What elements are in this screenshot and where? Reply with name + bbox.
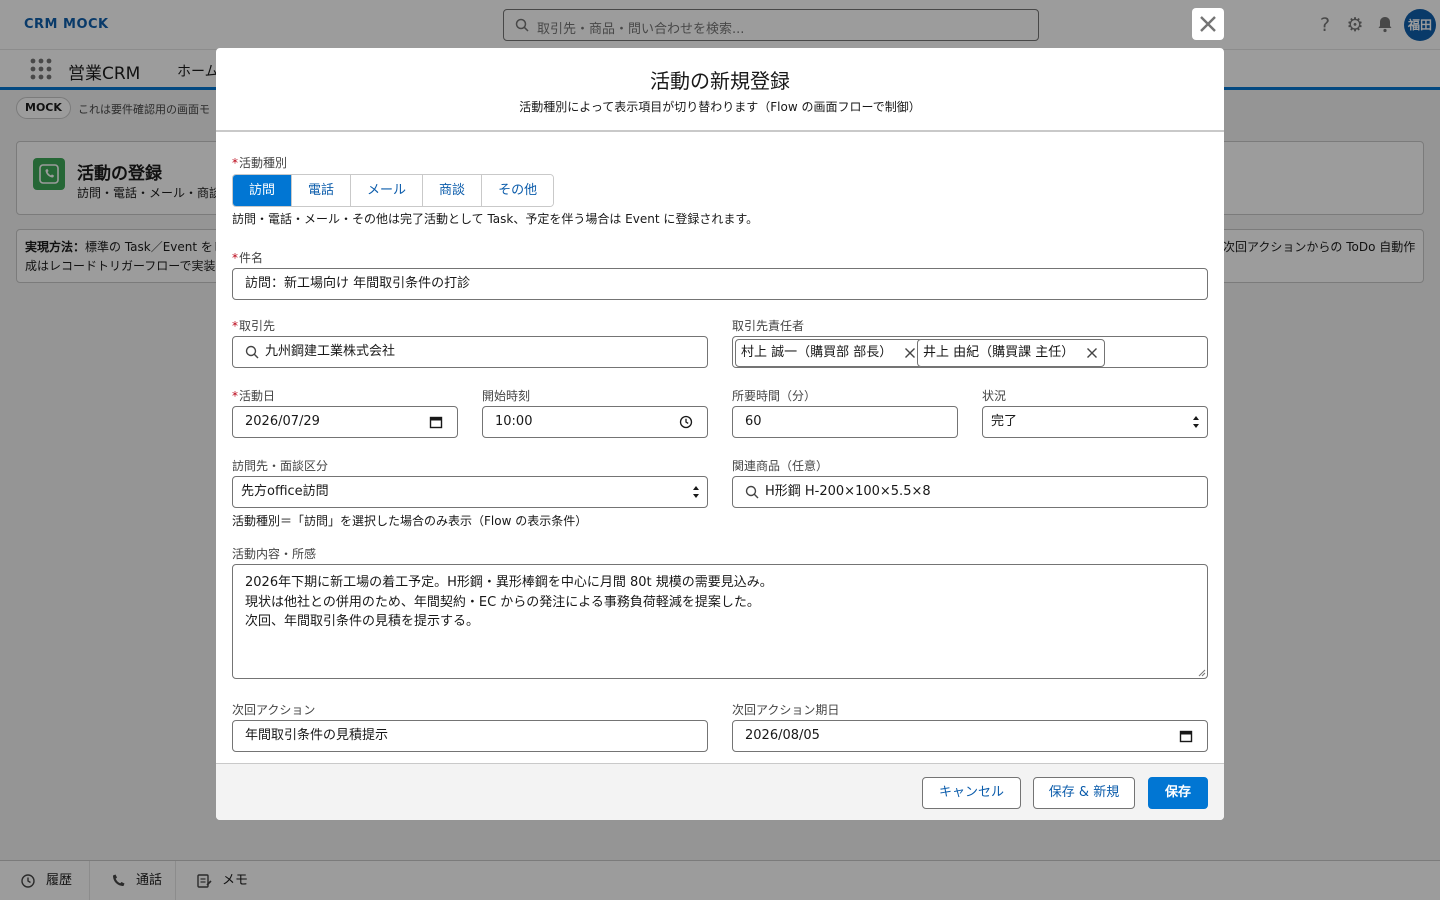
select-arrows-icon [1193,416,1199,428]
visit-type-label: 訪問先・面談区分 [232,459,329,473]
activity-type-other[interactable]: その他 [482,175,554,206]
modal-header: 活動の新規登録 活動種別によって表示項目が切り替わります（Flow の画面フロー… [216,48,1224,132]
notes-line: 次回、年間取引条件の見積を提示する。 [245,614,480,629]
calendar-icon[interactable] [1179,729,1193,743]
activity-date-input[interactable]: 2026/07/29 [232,406,458,438]
notes-textarea[interactable]: 2026年下期に新工場の着工予定。H形鋼・異形棒鋼を中心に月間 80t 規模の需… [232,564,1208,679]
account-label: *取引先 [232,319,276,333]
product-label: 関連商品（任意） [732,459,829,473]
duration-input[interactable]: 60 [732,406,958,438]
notes-line: 2026年下期に新工場の着工予定。H形鋼・異形棒鋼を中心に月間 80t 規模の需… [245,575,773,590]
next-action-date-value: 2026/08/05 [745,728,820,743]
search-icon [745,485,759,499]
modal-subtitle: 活動種別によって表示項目が切り替わります（Flow の画面フローで制御） [519,100,921,114]
visit-type-select[interactable]: 先方office訪問 [232,476,708,508]
cancel-button[interactable]: キャンセル [922,777,1021,809]
modal-body: *活動種別 訪問 電話 メール 商談 その他 訪問・電話・メール・その他は完了活… [216,134,1224,764]
remove-icon[interactable] [904,347,916,359]
status-select[interactable]: 完了 [982,406,1208,438]
next-action-label: 次回アクション [232,703,316,717]
status-label: 状況 [982,389,1007,403]
activity-type-help: 訪問・電話・メール・その他は完了活動として Task、予定を伴う場合は Even… [232,212,759,226]
subject-value: 訪問：新工場向け 年間取引条件の打診 [245,276,471,291]
account-lookup[interactable]: 九州鋼建工業株式会社 [232,336,708,368]
status-value: 完了 [991,414,1018,429]
activity-date-value: 2026/07/29 [245,414,320,429]
activity-type-label: *活動種別 [232,156,288,170]
clock-icon[interactable] [679,415,693,429]
visit-type-help: 活動種別＝「訪問」を選択した場合のみ表示（Flow の表示条件） [232,514,588,528]
product-value: H形鋼 H-200×100×5.5×8 [765,484,931,499]
duration-value: 60 [745,414,762,429]
next-action-date-label: 次回アクション期日 [732,703,840,717]
product-lookup[interactable]: H形鋼 H-200×100×5.5×8 [732,476,1208,508]
notes-label: 活動内容・所感 [232,547,317,561]
start-time-label: 開始時刻 [482,389,531,403]
account-value: 九州鋼建工業株式会社 [265,344,396,359]
remove-icon[interactable] [1086,347,1098,359]
next-action-value: 年間取引条件の見積提示 [245,728,389,743]
resize-grip-icon[interactable] [1198,669,1206,677]
new-activity-modal: 活動の新規登録 活動種別によって表示項目が切り替わります（Flow の画面フロー… [216,48,1224,820]
modal-close-button[interactable] [1192,8,1224,40]
contact-pill-label: 井上 由紀（購買課 主任） [923,345,1075,360]
activity-type-call[interactable]: 電話 [292,175,352,206]
duration-label: 所要時間（分） [732,389,817,403]
contact-pill-label: 村上 誠一（購買部 部長） [741,345,893,360]
activity-type-meeting[interactable]: 商談 [423,175,483,206]
notes-line: 現状は他社との併用のため、年間契約・EC からの発注による事務負荷軽減を提案した… [245,594,760,610]
calendar-icon[interactable] [429,415,443,429]
next-action-date-input[interactable]: 2026/08/05 [732,720,1208,752]
contacts-label: 取引先責任者 [732,319,805,333]
activity-date-label: *活動日 [232,389,276,403]
next-action-input[interactable]: 年間取引条件の見積提示 [232,720,708,752]
save-and-new-button[interactable]: 保存 & 新規 [1033,777,1135,809]
contact-pill[interactable]: 村上 誠一（購買部 部長） [735,339,924,367]
select-arrows-icon [693,486,699,498]
close-icon [1200,16,1216,32]
contact-pill[interactable]: 井上 由紀（購買課 主任） [917,339,1106,367]
visit-type-value: 先方office訪問 [241,484,329,499]
contacts-lookup[interactable]: 村上 誠一（購買部 部長） 井上 由紀（購買課 主任） [732,336,1208,368]
subject-input[interactable]: 訪問：新工場向け 年間取引条件の打診 [232,268,1208,300]
start-time-input[interactable]: 10:00 [482,406,708,438]
start-time-value: 10:00 [495,414,533,429]
save-button[interactable]: 保存 [1148,777,1208,809]
activity-type-visit[interactable]: 訪問 [233,175,293,206]
search-icon [245,345,259,359]
modal-footer: キャンセル 保存 & 新規 保存 [216,763,1224,820]
activity-type-segmented: 訪問 電話 メール 商談 その他 [232,174,555,207]
modal-title: 活動の新規登録 [650,69,790,93]
activity-type-email[interactable]: メール [351,175,424,206]
subject-label: *件名 [232,251,264,265]
